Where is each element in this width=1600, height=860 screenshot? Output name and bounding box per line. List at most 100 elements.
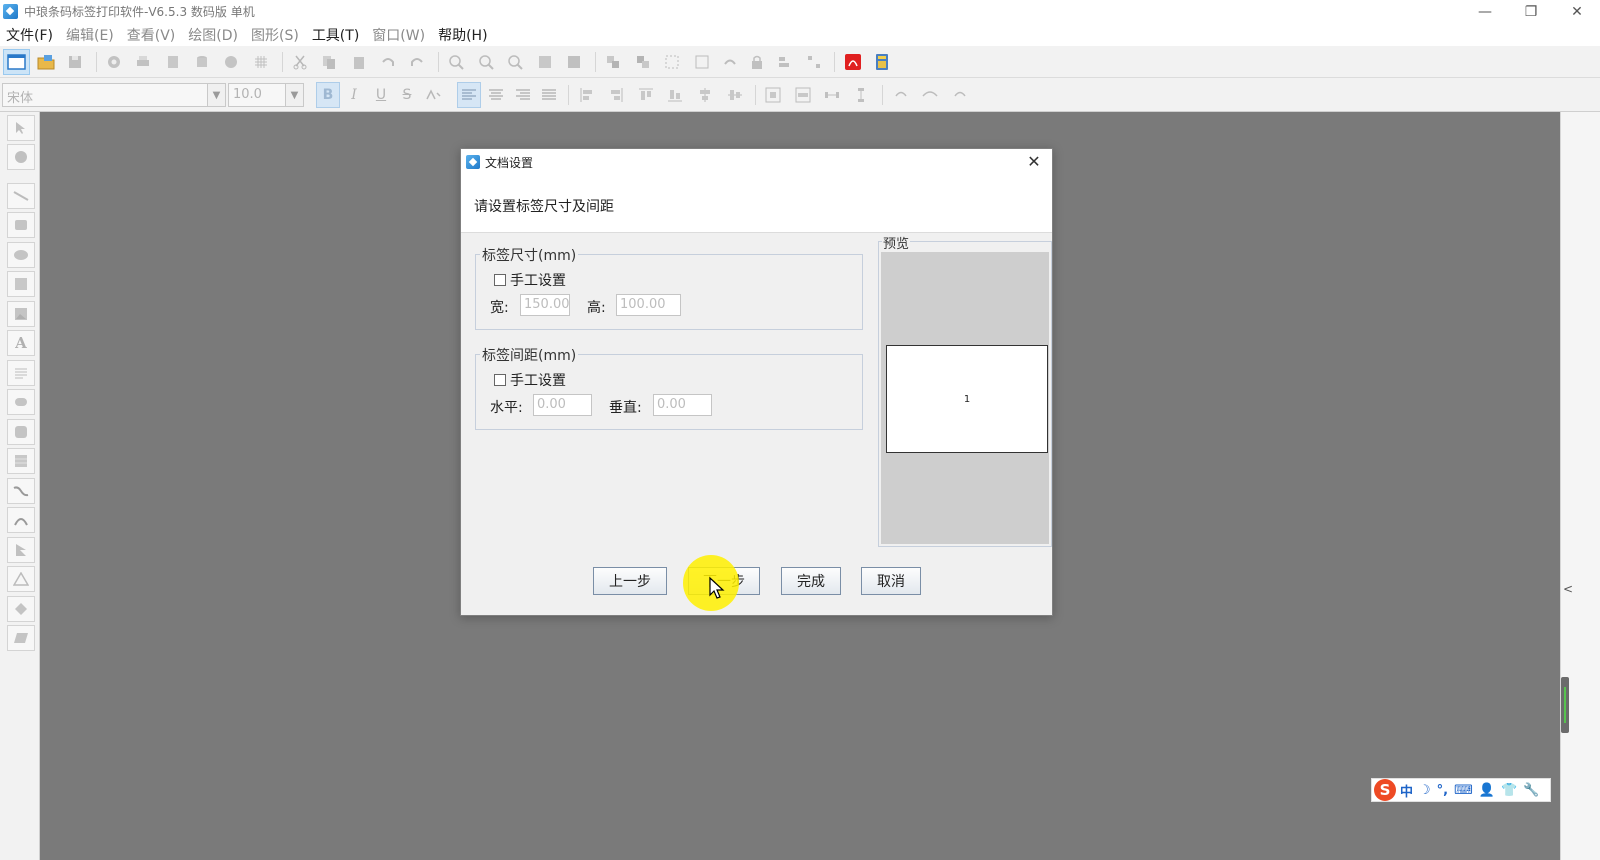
qrcode-tool-button[interactable] bbox=[7, 389, 35, 415]
zoom-in-button[interactable] bbox=[447, 53, 465, 71]
gap-manual-checkbox[interactable] bbox=[494, 374, 506, 386]
paragraph-tool-button[interactable] bbox=[7, 360, 35, 386]
text-tool-button[interactable]: A bbox=[7, 330, 35, 356]
rotate-90-button[interactable] bbox=[892, 86, 910, 104]
sogou-logo-icon[interactable]: S bbox=[1374, 779, 1396, 801]
copy-button[interactable] bbox=[320, 53, 338, 71]
center-horizontal-button[interactable] bbox=[696, 86, 714, 104]
height-input[interactable]: 100.00 bbox=[616, 294, 681, 316]
collapse-panel-arrow-icon[interactable]: < bbox=[1563, 582, 1573, 596]
underline-button[interactable]: U bbox=[372, 86, 390, 104]
equal-spacing-h-button[interactable] bbox=[823, 86, 841, 104]
ime-keyboard-icon[interactable]: ⌨ bbox=[1454, 783, 1473, 798]
distribute-button[interactable] bbox=[805, 53, 823, 71]
rotate-button[interactable] bbox=[721, 53, 739, 71]
gap-manual-checkbox-row[interactable]: 手工设置 bbox=[494, 370, 566, 390]
italic-button[interactable]: I bbox=[345, 86, 363, 104]
font-size-dropdown[interactable]: ▼ bbox=[286, 83, 304, 107]
center-vertical-button[interactable] bbox=[726, 86, 744, 104]
ime-chinese-mode[interactable]: 中 bbox=[1400, 781, 1413, 800]
rotate-180-button[interactable] bbox=[921, 86, 939, 104]
redo-button[interactable] bbox=[408, 53, 426, 71]
fit-page-button[interactable] bbox=[536, 53, 554, 71]
menu-help[interactable]: 帮助(H) bbox=[438, 25, 487, 45]
ime-skin-shirt-icon[interactable]: 👕 bbox=[1501, 783, 1517, 798]
font-name-dropdown[interactable]: ▼ bbox=[208, 83, 226, 107]
size-manual-checkbox-row[interactable]: 手工设置 bbox=[494, 270, 566, 290]
ime-halfwidth-moon-icon[interactable]: ☽ bbox=[1419, 783, 1431, 798]
data-source-button[interactable] bbox=[222, 53, 240, 71]
arc-tool-button[interactable] bbox=[7, 507, 35, 533]
triangle-tool-button[interactable] bbox=[7, 566, 35, 592]
menu-tools[interactable]: 工具(T) bbox=[312, 25, 359, 45]
image-tool-button[interactable] bbox=[7, 301, 35, 327]
prev-step-button[interactable]: 上一步 bbox=[593, 567, 667, 595]
lock-button[interactable] bbox=[748, 53, 766, 71]
rotate-270-button[interactable] bbox=[951, 86, 969, 104]
grid-button[interactable] bbox=[252, 53, 270, 71]
menu-shape[interactable]: 图形(S) bbox=[251, 25, 299, 45]
zoom-button[interactable] bbox=[506, 53, 524, 71]
align-justify-button[interactable] bbox=[540, 86, 558, 104]
menu-file[interactable]: 文件(F) bbox=[6, 25, 53, 45]
export-pdf-button[interactable] bbox=[844, 53, 862, 71]
align-top-edge-button[interactable] bbox=[637, 86, 655, 104]
close-window-button[interactable]: ✕ bbox=[1554, 0, 1600, 23]
align-right-button[interactable] bbox=[514, 86, 532, 104]
side-handle[interactable] bbox=[1561, 677, 1569, 733]
actual-size-button[interactable] bbox=[565, 53, 583, 71]
pan-tool-button[interactable] bbox=[7, 144, 35, 170]
parallelogram-tool-button[interactable] bbox=[7, 625, 35, 651]
align-center-button[interactable] bbox=[487, 86, 505, 104]
barcode-tool-button[interactable] bbox=[7, 271, 35, 297]
horizontal-gap-input[interactable]: 0.00 bbox=[533, 394, 592, 416]
align-bottom-edge-button[interactable] bbox=[666, 86, 684, 104]
select-tool-button[interactable] bbox=[7, 115, 35, 141]
minimize-button[interactable]: — bbox=[1462, 0, 1508, 23]
rectangle-tool-button[interactable] bbox=[7, 212, 35, 238]
font-name-input[interactable]: 宋体 bbox=[2, 83, 208, 107]
bring-front-button[interactable] bbox=[604, 53, 622, 71]
finish-button[interactable]: 完成 bbox=[781, 567, 841, 595]
calculator-button[interactable] bbox=[873, 53, 891, 71]
equal-spacing-v-button[interactable] bbox=[852, 86, 870, 104]
font-size-input[interactable]: 10.0 bbox=[228, 83, 286, 107]
print-button[interactable] bbox=[134, 53, 152, 71]
save-button[interactable] bbox=[66, 53, 84, 71]
undo-button[interactable] bbox=[379, 53, 397, 71]
diamond-tool-button[interactable] bbox=[7, 596, 35, 622]
polygon-tool-button[interactable] bbox=[7, 537, 35, 563]
width-input[interactable]: 150.00 bbox=[520, 294, 570, 316]
ellipse-tool-button[interactable] bbox=[7, 242, 35, 268]
new-document-button[interactable] bbox=[3, 49, 30, 75]
table-tool-button[interactable] bbox=[7, 448, 35, 474]
cut-button[interactable] bbox=[291, 53, 309, 71]
print-preview-button[interactable] bbox=[164, 53, 182, 71]
zoom-out-button[interactable] bbox=[477, 53, 495, 71]
size-manual-checkbox[interactable] bbox=[494, 274, 506, 286]
center-page-v-button[interactable] bbox=[794, 86, 812, 104]
align-right-edge-button[interactable] bbox=[607, 86, 625, 104]
menu-draw[interactable]: 绘图(D) bbox=[188, 25, 238, 45]
ime-user-icon[interactable]: 👤 bbox=[1479, 783, 1495, 798]
open-folder-button[interactable] bbox=[37, 53, 55, 71]
strikethrough-button[interactable]: S bbox=[398, 86, 416, 104]
settings-button[interactable] bbox=[105, 53, 123, 71]
menu-window[interactable]: 窗口(W) bbox=[372, 25, 425, 45]
ungroup-button[interactable] bbox=[693, 53, 711, 71]
align-objects-button[interactable] bbox=[776, 53, 794, 71]
ime-punctuation-icon[interactable]: °, bbox=[1437, 783, 1448, 798]
menu-view[interactable]: 查看(V) bbox=[127, 25, 176, 45]
center-page-h-button[interactable] bbox=[764, 86, 782, 104]
paste-button[interactable] bbox=[350, 53, 368, 71]
shape-tool-button[interactable] bbox=[7, 419, 35, 445]
cancel-button[interactable]: 取消 bbox=[861, 567, 921, 595]
database-button[interactable] bbox=[193, 53, 211, 71]
send-back-button[interactable] bbox=[634, 53, 652, 71]
menu-edit[interactable]: 编辑(E) bbox=[66, 25, 114, 45]
vertical-gap-input[interactable]: 0.00 bbox=[653, 394, 712, 416]
char-spacing-button[interactable] bbox=[424, 86, 442, 104]
ime-toolbox-wrench-icon[interactable]: 🔧 bbox=[1523, 783, 1539, 798]
align-left-edge-button[interactable] bbox=[578, 86, 596, 104]
restore-button[interactable]: ❐ bbox=[1508, 0, 1554, 23]
